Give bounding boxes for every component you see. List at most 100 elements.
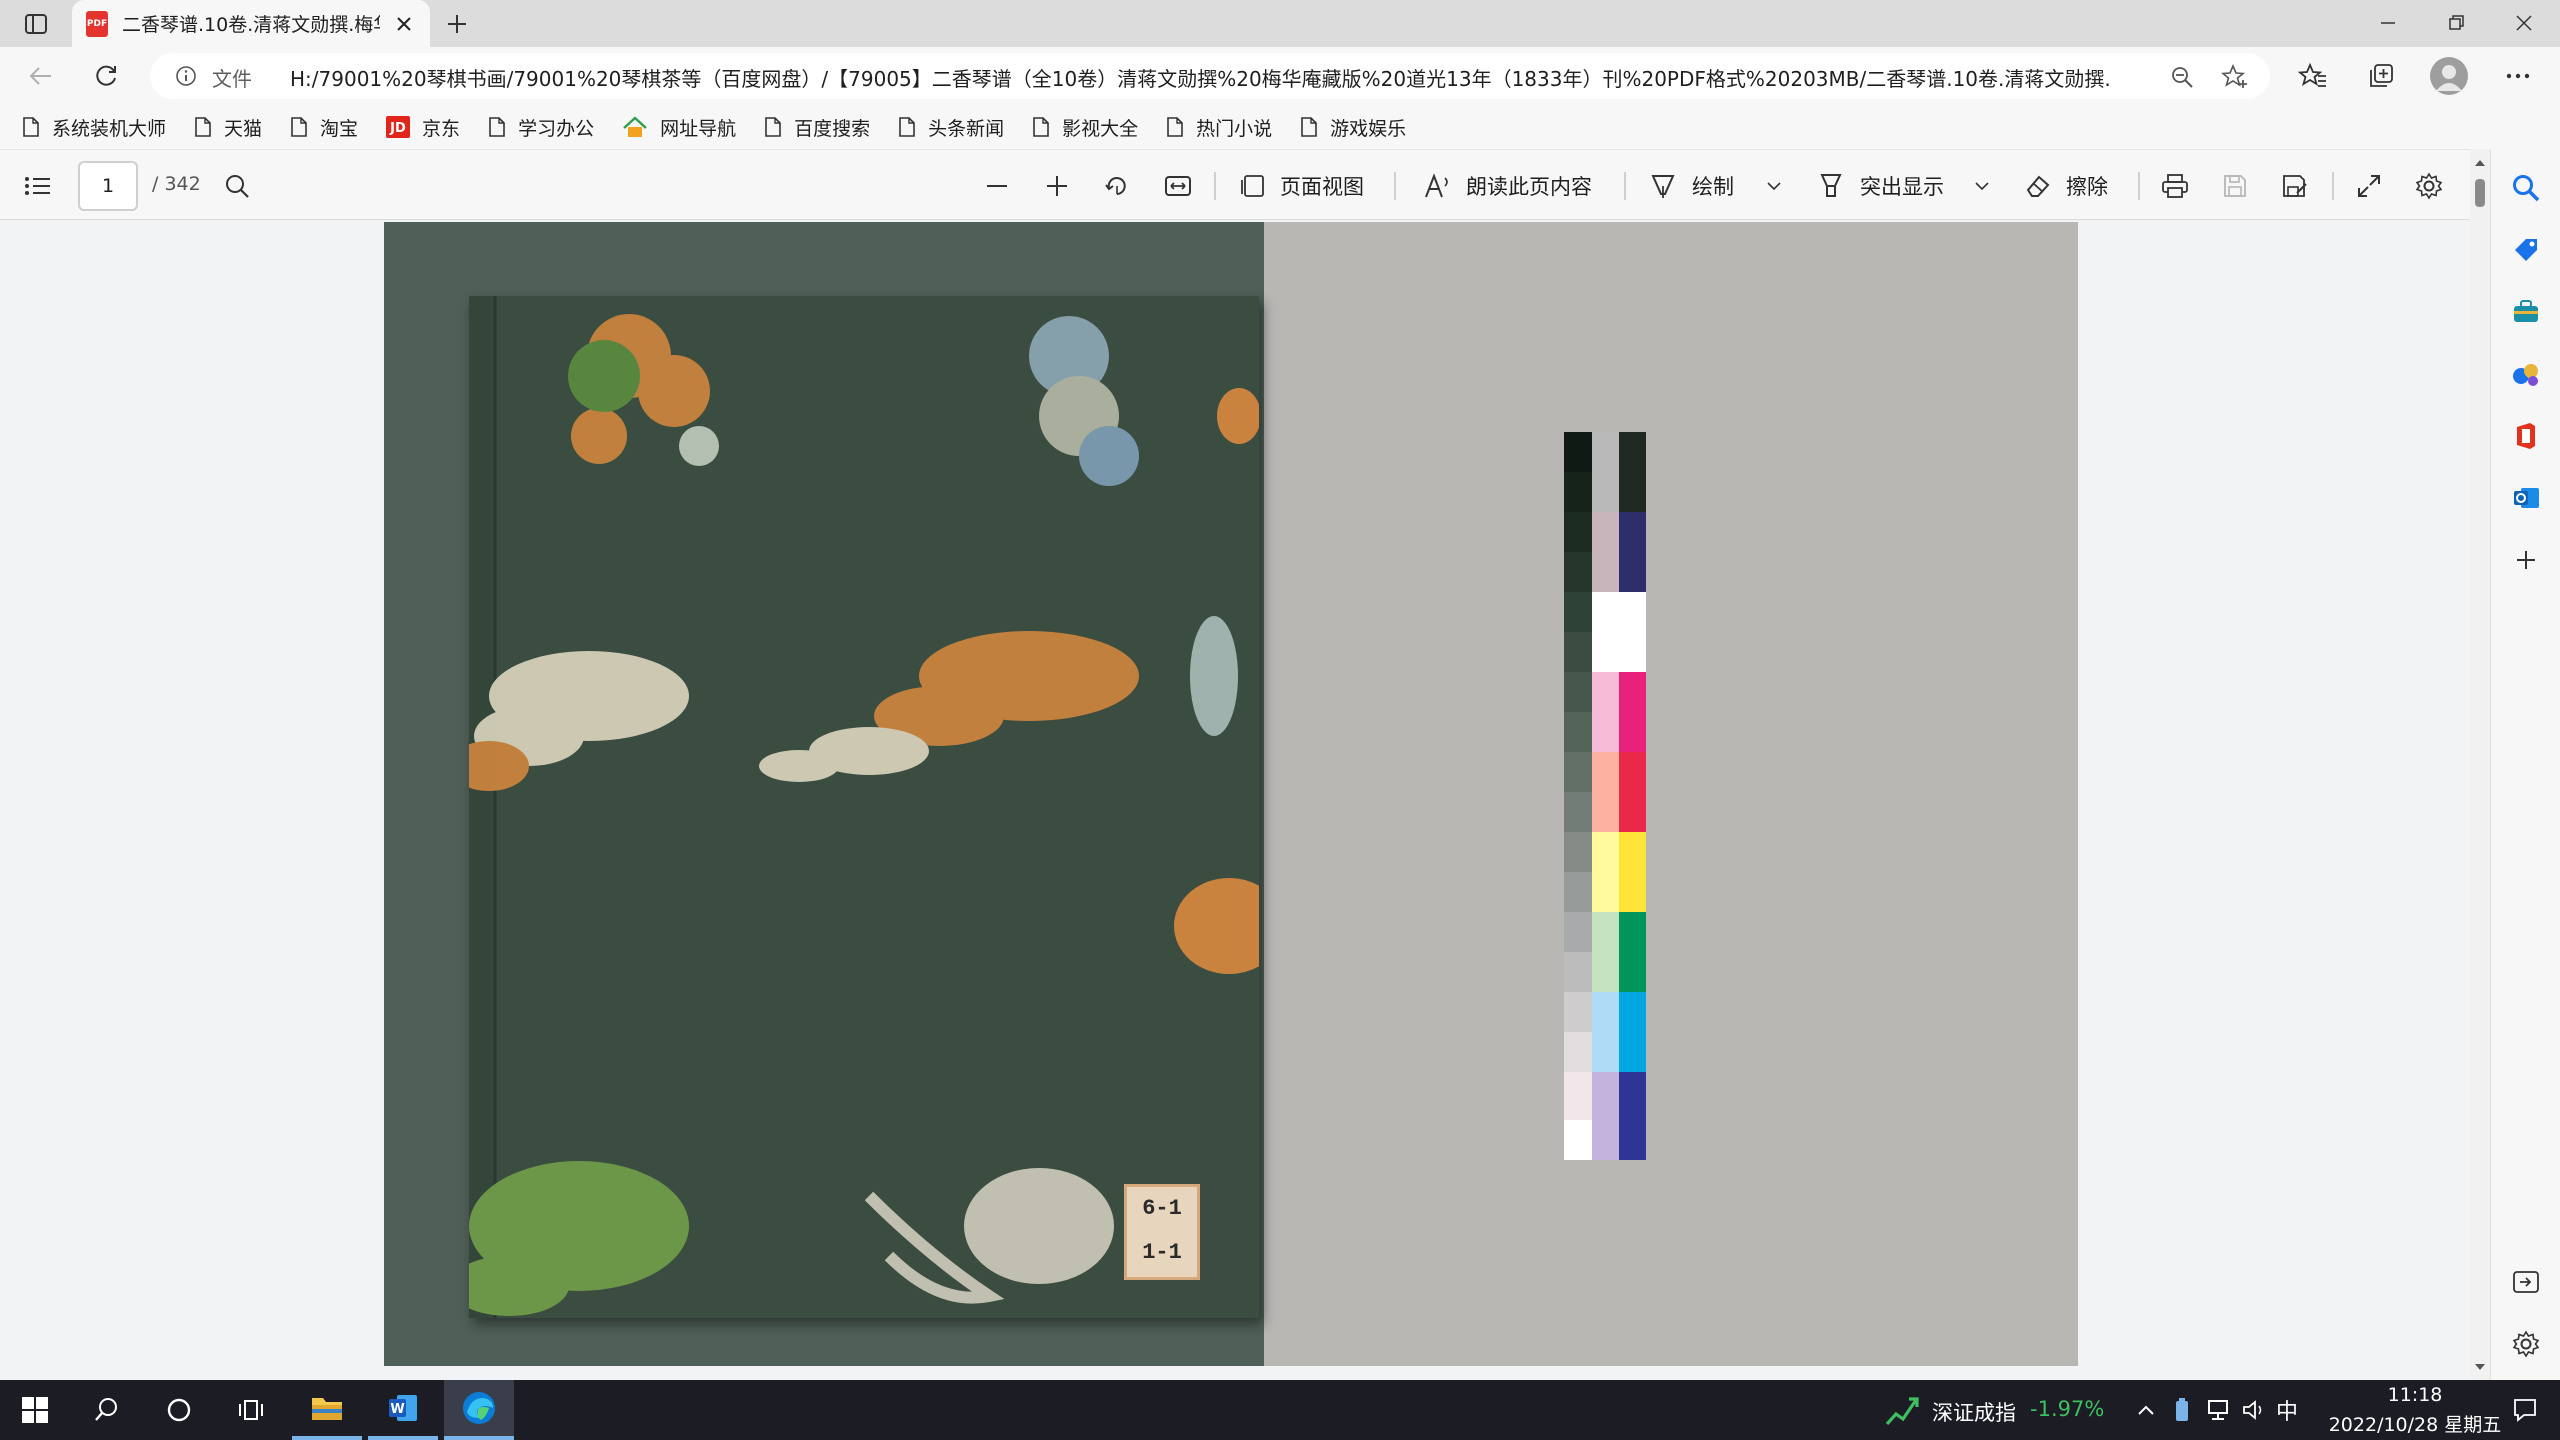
pdf-page: 6-1 1-1	[384, 222, 2078, 1366]
zoom-in-icon[interactable]	[1040, 168, 1074, 204]
url-text[interactable]: H:/79001%20琴棋书画/79001%20琴棋茶等（百度网盘）/【7900…	[290, 63, 2110, 92]
draw-button[interactable]: 绘制	[1650, 168, 1734, 204]
notifications-button[interactable]	[2490, 1380, 2560, 1440]
more-options-icon[interactable]	[2500, 59, 2536, 93]
erase-button[interactable]: 擦除	[2024, 168, 2108, 204]
color-calibration-strip	[1564, 432, 1646, 1160]
fullscreen-icon[interactable]	[2352, 168, 2386, 204]
highlight-button[interactable]: 突出显示	[1818, 168, 1944, 204]
show-hidden-icons-button[interactable]	[2128, 1380, 2164, 1440]
save-icon[interactable]	[2218, 168, 2252, 204]
favorites-icon[interactable]	[2296, 59, 2330, 93]
taskbar-edge[interactable]	[444, 1380, 514, 1440]
url-field[interactable]: 文件 H:/79001%20琴棋书画/79001%20琴棋茶等（百度网盘）/【7…	[150, 53, 2270, 99]
pdf-viewer[interactable]: 6-1 1-1	[0, 220, 2470, 1380]
collections-icon[interactable]	[2364, 59, 2398, 93]
hide-sidebar-icon[interactable]	[2507, 1263, 2545, 1301]
folder-icon	[312, 1398, 342, 1420]
sidebar-search-icon[interactable]	[2507, 169, 2545, 207]
bookmark-item[interactable]: 网址导航	[622, 109, 736, 145]
shopping-icon[interactable]	[2507, 231, 2545, 269]
cortana-icon	[167, 1398, 191, 1422]
cortana-button[interactable]	[144, 1380, 214, 1440]
minimize-button[interactable]	[2368, 6, 2408, 40]
volume-button[interactable]	[2236, 1380, 2272, 1440]
refresh-button[interactable]	[88, 59, 124, 93]
office-icon[interactable]	[2507, 417, 2545, 455]
sidebar-settings-icon[interactable]	[2507, 1325, 2545, 1363]
scroll-down-icon[interactable]	[2470, 1359, 2490, 1375]
bookmark-label: 头条新闻	[928, 117, 1005, 140]
book-cover-image: 6-1 1-1	[469, 296, 1259, 1318]
read-aloud-button[interactable]: 朗读此页内容	[1424, 168, 1592, 204]
task-view-button[interactable]	[216, 1380, 286, 1440]
save-as-icon[interactable]	[2278, 168, 2312, 204]
draw-dropdown-icon[interactable]	[1762, 168, 1786, 204]
scroll-up-icon[interactable]	[2470, 155, 2490, 171]
info-icon[interactable]	[174, 64, 198, 88]
input-method-indicator[interactable]: 中	[2276, 1394, 2298, 1426]
restore-button[interactable]	[2436, 6, 2476, 40]
bookmark-item[interactable]: 百度搜索	[764, 109, 870, 145]
page-icon	[195, 117, 211, 137]
zoom-icon[interactable]	[2168, 63, 2196, 91]
taskbar-word[interactable]: W	[368, 1380, 438, 1440]
settings-icon[interactable]	[2412, 168, 2446, 204]
highlight-label: 突出显示	[1860, 175, 1944, 199]
outlook-icon[interactable]	[2507, 479, 2545, 517]
bookmark-label: 系统装机大师	[52, 117, 167, 140]
vertical-scrollbar[interactable]	[2470, 149, 2490, 1380]
search-icon	[95, 1398, 117, 1421]
taskbar-explorer[interactable]	[292, 1380, 362, 1440]
bookmark-item[interactable]: 系统装机大师	[22, 109, 166, 145]
bookmark-item[interactable]: 淘宝	[290, 109, 358, 145]
volume-icon	[2243, 1400, 2262, 1420]
scroll-thumb[interactable]	[2475, 179, 2485, 207]
search-icon[interactable]	[220, 168, 254, 204]
page-number-input[interactable]: 1	[78, 161, 138, 211]
games-icon[interactable]	[2507, 355, 2545, 393]
add-favorite-icon[interactable]	[2220, 63, 2250, 91]
page-view-button[interactable]: 页面视图	[1240, 168, 1364, 204]
tray-app-button[interactable]	[2164, 1380, 2200, 1440]
tab-active[interactable]: PDF 二香琴谱.10卷.清蒋文勋撰.梅华庵藏版.道光13年	[72, 0, 430, 47]
bookmark-item[interactable]: JD 京东	[386, 109, 460, 145]
bookmark-item[interactable]: 学习办公	[488, 109, 594, 145]
close-icon[interactable]	[392, 12, 416, 36]
rotate-icon[interactable]	[1100, 168, 1134, 204]
page-icon	[899, 117, 915, 137]
taskbar-search-button[interactable]	[72, 1380, 142, 1440]
bookmark-item[interactable]: 游戏娱乐	[1300, 109, 1406, 145]
contents-icon[interactable]	[20, 168, 56, 204]
bookmark-label: 京东	[422, 117, 461, 140]
bookmark-item[interactable]: 热门小说	[1166, 109, 1272, 145]
eraser-icon	[2026, 175, 2050, 197]
stock-name: 深证成指	[1932, 1401, 2016, 1425]
zoom-out-icon[interactable]	[980, 168, 1014, 204]
start-button[interactable]	[0, 1380, 70, 1440]
bookmark-item[interactable]: 头条新闻	[898, 109, 1004, 145]
profile-avatar[interactable]	[2430, 57, 2468, 95]
bookmark-item[interactable]: 天猫	[194, 109, 262, 145]
security-label: 文件	[212, 67, 252, 91]
tools-icon[interactable]	[2507, 293, 2545, 331]
bookmark-label: 百度搜索	[794, 117, 871, 140]
add-sidebar-app-icon[interactable]	[2507, 541, 2545, 579]
back-button[interactable]	[22, 59, 58, 93]
fit-width-icon[interactable]	[1160, 168, 1196, 204]
bookmark-label: 游戏娱乐	[1330, 117, 1407, 140]
new-tab-button[interactable]	[440, 8, 474, 40]
pdf-file-icon: PDF	[86, 10, 108, 37]
page-icon	[765, 117, 781, 137]
network-button[interactable]	[2200, 1380, 2236, 1440]
window-close-button[interactable]	[2504, 6, 2544, 40]
print-icon[interactable]	[2158, 168, 2192, 204]
windows-logo-icon	[22, 1397, 48, 1423]
highlight-dropdown-icon[interactable]	[1970, 168, 1994, 204]
stock-chart-icon	[1885, 1397, 1919, 1426]
draw-icon	[1651, 175, 1675, 198]
bookmark-item[interactable]: 影视大全	[1032, 109, 1138, 145]
brocade-pattern	[469, 296, 1259, 1318]
tab-actions-icon[interactable]	[14, 8, 58, 40]
nav-icon	[623, 116, 647, 137]
